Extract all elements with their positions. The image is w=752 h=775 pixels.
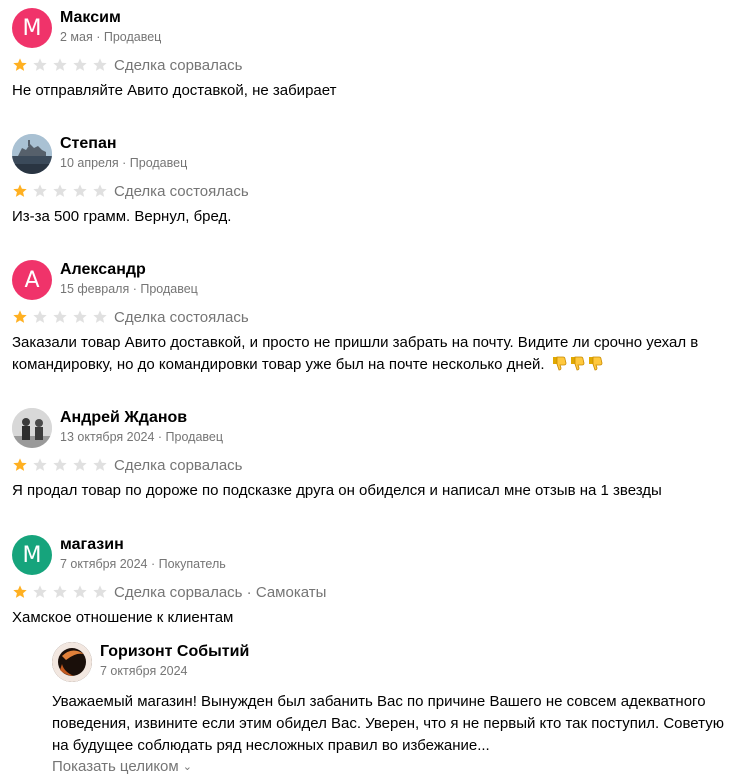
review-card: Степан 10 апреля · Продавец Сделка состо…	[12, 134, 732, 228]
star-empty-icon	[52, 183, 68, 199]
star-empty-icon	[92, 457, 108, 473]
deal-status: Сделка состоялась	[114, 182, 249, 200]
star-empty-icon	[52, 457, 68, 473]
avatar[interactable]	[12, 408, 52, 448]
photo-avatar-people	[12, 408, 52, 448]
thumbs-down-icon	[587, 355, 603, 371]
avatar[interactable]	[12, 134, 52, 174]
star-empty-icon	[72, 584, 88, 600]
reply-meta: 7 октября 2024	[100, 664, 188, 678]
rating-stars	[12, 309, 112, 325]
star-empty-icon	[52, 584, 68, 600]
review-meta: 2 мая · Продавец	[60, 30, 162, 44]
reviewer-name[interactable]: Андрей Жданов	[60, 408, 223, 428]
avatar[interactable]: А	[12, 260, 52, 300]
review-text: Я продал товар по дороже по подсказке др…	[12, 482, 662, 499]
reviewer-name[interactable]: Степан	[60, 134, 187, 154]
avatar[interactable]: М	[12, 535, 52, 575]
avatar[interactable]: М	[12, 8, 52, 48]
review-card: М магазин 7 октября 2024 · Покупатель Сд…	[12, 535, 732, 629]
star-empty-icon	[32, 457, 48, 473]
review-card: А Александр 15 февраля · Продавец Сделка…	[12, 260, 732, 376]
rating-stars	[12, 183, 112, 199]
star-empty-icon	[92, 309, 108, 325]
star-filled-icon	[12, 183, 28, 199]
review-meta: 7 октября 2024 · Покупатель	[60, 557, 226, 571]
show-more-link[interactable]: Показать целиком ⌄	[52, 758, 732, 775]
review-meta: 10 апреля · Продавец	[60, 156, 188, 170]
star-empty-icon	[72, 457, 88, 473]
thumbs-down-icon	[569, 355, 585, 371]
deal-status: Сделка сорвалась	[114, 456, 243, 474]
star-empty-icon	[32, 57, 48, 73]
rating-stars	[12, 584, 112, 600]
deal-status: Сделка состоялась	[114, 308, 249, 326]
seller-reply: Горизонт Событий 7 октября 2024 Уважаемы…	[52, 642, 732, 775]
star-empty-icon	[92, 584, 108, 600]
review-card: М Максим 2 мая · Продавец Сделка сорвала…	[12, 8, 732, 102]
review-card: Андрей Жданов 13 октября 2024 · Продавец…	[12, 408, 732, 502]
review-text: Хамское отношение к клиентам	[12, 609, 234, 626]
star-filled-icon	[12, 309, 28, 325]
deal-status: Сделка сорвалась	[114, 56, 243, 74]
star-empty-icon	[32, 309, 48, 325]
review-text: Заказали товар Авито доставкой, и просто…	[12, 332, 732, 376]
star-empty-icon	[72, 183, 88, 199]
rating-stars	[12, 457, 112, 473]
reviewer-name[interactable]: магазин	[60, 535, 226, 555]
chevron-down-icon: ⌄	[182, 761, 192, 773]
review-meta: 15 февраля · Продавец	[60, 282, 198, 296]
reply-text: Уважаемый магазин! Вынужден был забанить…	[52, 693, 724, 754]
reviewer-name[interactable]: Максим	[60, 8, 161, 28]
photo-avatar-eclipse	[52, 642, 92, 682]
review-text: Не отправляйте Авито доставкой, не забир…	[12, 82, 337, 99]
star-empty-icon	[52, 57, 68, 73]
star-filled-icon	[12, 57, 28, 73]
star-empty-icon	[72, 57, 88, 73]
show-more-label: Показать целиком	[52, 758, 179, 775]
reply-author-name[interactable]: Горизонт Событий	[100, 642, 249, 662]
rating-stars	[12, 57, 112, 73]
review-text: Из-за 500 грамм. Вернул, бред.	[12, 208, 232, 225]
deal-status: Сделка сорвалась · Самокаты	[114, 583, 327, 601]
thumbs-down-icon	[551, 355, 567, 371]
star-empty-icon	[32, 584, 48, 600]
photo-avatar-ship	[12, 134, 52, 174]
star-filled-icon	[12, 457, 28, 473]
star-empty-icon	[52, 309, 68, 325]
star-empty-icon	[92, 57, 108, 73]
star-empty-icon	[32, 183, 48, 199]
star-filled-icon	[12, 584, 28, 600]
star-empty-icon	[72, 309, 88, 325]
review-meta: 13 октября 2024 · Продавец	[60, 430, 224, 444]
reviewer-name[interactable]: Александр	[60, 260, 198, 280]
avatar[interactable]	[52, 642, 92, 682]
star-empty-icon	[92, 183, 108, 199]
